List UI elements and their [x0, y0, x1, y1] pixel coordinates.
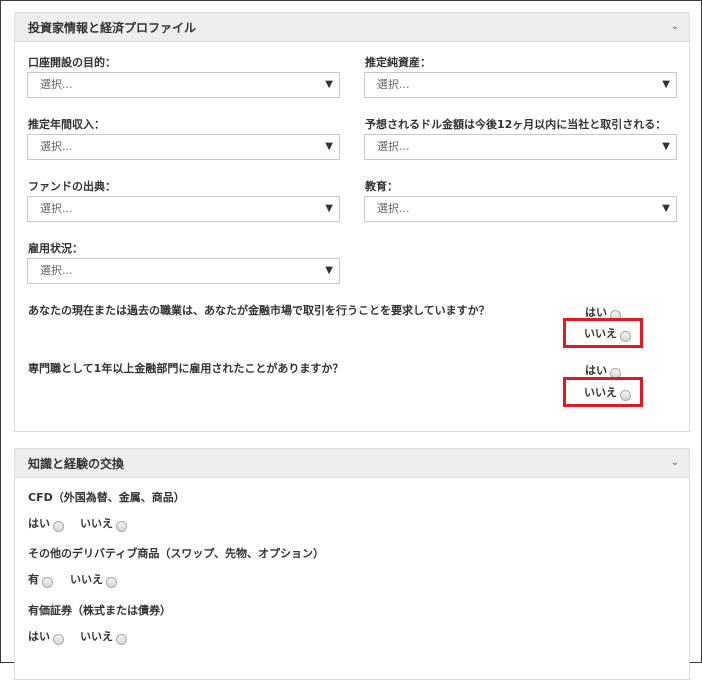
knowledge-item-derivatives: その他のデリバティブ商品（スワップ、先物、オプション）	[28, 547, 325, 560]
cfd-no-label: いいえ	[80, 517, 113, 530]
cfd-yes-option[interactable]: はい	[28, 515, 64, 532]
cfd-no-option[interactable]: いいえ	[80, 515, 127, 532]
employment-label: 雇用状況：	[28, 242, 83, 255]
derivatives-yes-radio[interactable]	[42, 577, 53, 588]
occupation-no-radio[interactable]	[620, 331, 631, 342]
dropdown-arrow-icon: ▼	[325, 79, 333, 90]
knowledge-item-securities: 有価証券（株式または債券）	[28, 604, 171, 617]
knowledge-item-cfd: CFD（外国為替、金属、商品）	[28, 491, 185, 504]
securities-yes-label: はい	[28, 630, 50, 643]
cfd-yes-label: はい	[28, 517, 50, 530]
fund-source-select-value: 選択...	[40, 202, 73, 215]
purpose-label: 口座開設の目的：	[28, 56, 116, 69]
dropdown-arrow-icon: ▼	[325, 141, 333, 152]
net-assets-select[interactable]: 選択... ▼	[364, 72, 677, 98]
dropdown-arrow-icon: ▼	[662, 141, 670, 152]
knowledge-title: 知識と経験の交換	[28, 456, 125, 471]
expected-amount-select[interactable]: 選択... ▼	[364, 134, 677, 160]
fund-source-select[interactable]: 選択... ▼	[27, 196, 340, 222]
financial-employment-no-radio[interactable]	[620, 390, 631, 401]
financial-employment-yes-label: はい	[585, 364, 607, 377]
employment-select[interactable]: 選択... ▼	[27, 258, 340, 284]
securities-no-label: いいえ	[80, 630, 113, 643]
annual-income-select[interactable]: 選択... ▼	[27, 134, 340, 160]
occupation-no-label: いいえ	[584, 327, 617, 340]
knowledge-header[interactable]: 知識と経験の交換 ⌄	[15, 449, 689, 478]
dropdown-arrow-icon: ▼	[662, 203, 670, 214]
occupation-no-option[interactable]: いいえ	[584, 325, 631, 342]
derivatives-yes-option[interactable]: 有	[28, 571, 53, 588]
investor-profile-header[interactable]: 投資家情報と経済プロファイル ⌄	[15, 13, 689, 42]
purpose-select-value: 選択...	[40, 78, 73, 91]
employment-select-value: 選択...	[40, 264, 73, 277]
derivatives-yes-label: 有	[28, 573, 39, 586]
derivatives-no-option[interactable]: いいえ	[70, 571, 117, 588]
education-label: 教育：	[365, 180, 398, 193]
knowledge-panel: 知識と経験の交換 ⌄	[14, 448, 690, 680]
chevron-down-icon[interactable]: ⌄	[671, 21, 679, 32]
financial-employment-no-option[interactable]: いいえ	[584, 384, 631, 401]
securities-no-option[interactable]: いいえ	[80, 628, 127, 645]
annual-income-label: 推定年間収入：	[28, 118, 105, 131]
financial-employment-no-label: いいえ	[584, 386, 617, 399]
dropdown-arrow-icon: ▼	[325, 265, 333, 276]
cfd-no-radio[interactable]	[116, 521, 127, 532]
securities-no-radio[interactable]	[116, 634, 127, 645]
net-assets-select-value: 選択...	[377, 78, 410, 91]
securities-yes-radio[interactable]	[53, 634, 64, 645]
net-assets-label: 推定純資産：	[365, 56, 431, 69]
fund-source-label: ファンドの出典：	[28, 180, 116, 193]
dropdown-arrow-icon: ▼	[662, 79, 670, 90]
education-select-value: 選択...	[377, 202, 410, 215]
derivatives-no-radio[interactable]	[106, 577, 117, 588]
dropdown-arrow-icon: ▼	[325, 203, 333, 214]
derivatives-no-label: いいえ	[70, 573, 103, 586]
investor-profile-title: 投資家情報と経済プロファイル	[28, 20, 197, 35]
question-occupation: あなたの現在または過去の職業は、あなたが金融市場で取引を行うことを要求しています…	[28, 304, 490, 317]
purpose-select[interactable]: 選択... ▼	[27, 72, 340, 98]
annual-income-select-value: 選択...	[40, 140, 73, 153]
cfd-yes-radio[interactable]	[53, 521, 64, 532]
education-select[interactable]: 選択... ▼	[364, 196, 677, 222]
securities-yes-option[interactable]: はい	[28, 628, 64, 645]
expected-amount-label: 予想されるドル金額は今後12ヶ月以内に当社と取引される：	[365, 118, 667, 131]
expected-amount-select-value: 選択...	[377, 140, 410, 153]
question-financial-employment: 専門職として1年以上金融部門に雇用されたことがありますか？	[28, 362, 344, 375]
chevron-down-icon[interactable]: ⌄	[671, 457, 679, 468]
